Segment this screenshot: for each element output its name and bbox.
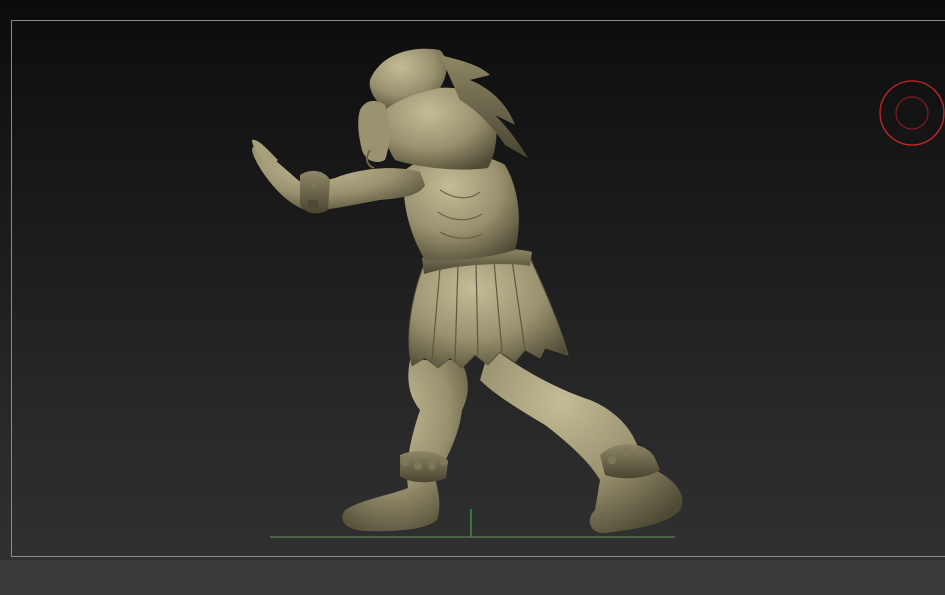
zbrush-window (0, 0, 945, 595)
bottom-shelf (0, 560, 945, 595)
document-frame-border (11, 20, 945, 557)
3d-viewport[interactable] (0, 0, 945, 595)
